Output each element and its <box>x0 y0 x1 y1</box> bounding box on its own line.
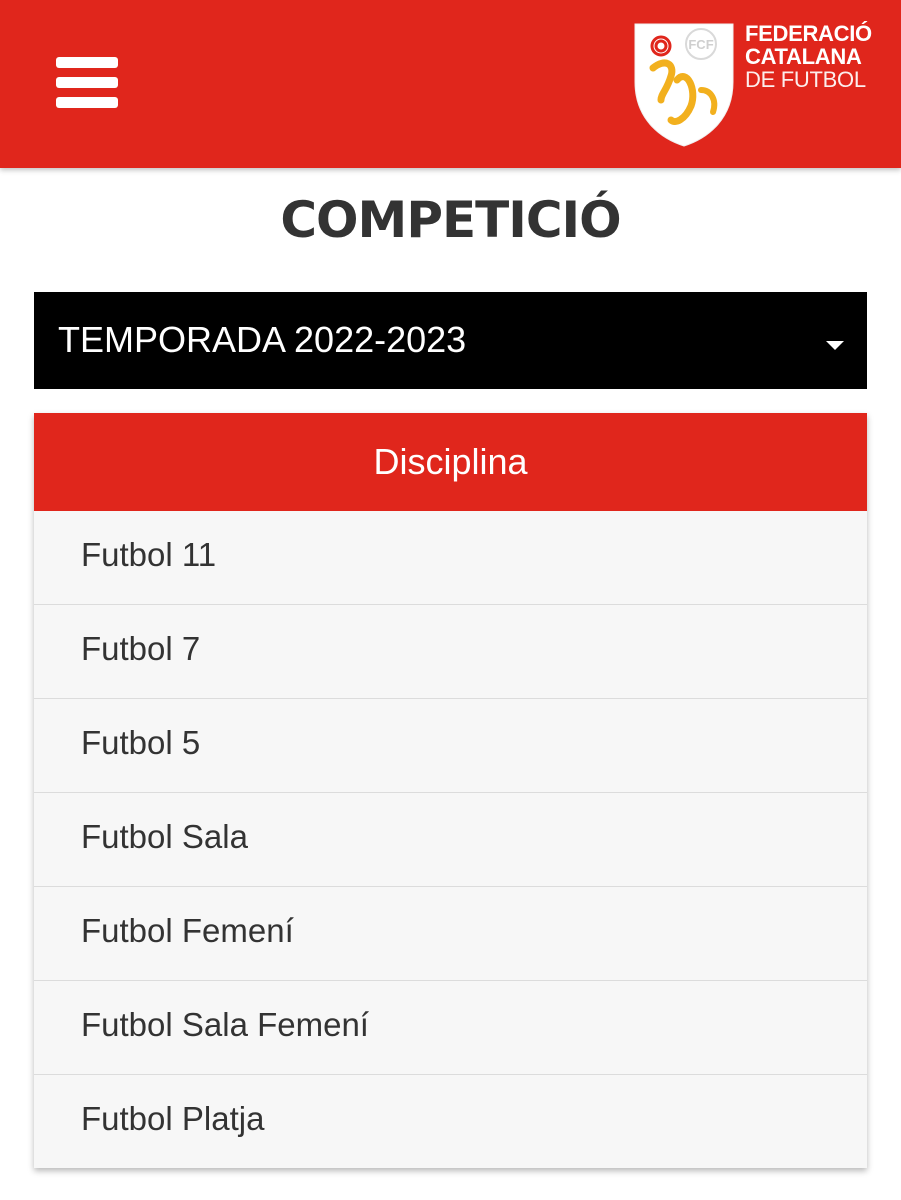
logo-line-1: FEDERACIÓ <box>745 21 872 46</box>
hamburger-menu-icon[interactable] <box>56 57 118 109</box>
season-selected-value: TEMPORADA 2022-2023 <box>58 319 467 360</box>
fcf-logo[interactable]: FCF FEDERACIÓ CATALANA DE FUTBOL <box>631 20 881 150</box>
discipline-item-futbol-5[interactable]: Futbol 5 <box>34 699 867 793</box>
list-item-label: Futbol Sala <box>81 818 248 855</box>
hamburger-bar <box>56 97 118 108</box>
hamburger-bar <box>56 77 118 88</box>
list-item-label: Futbol Platja <box>81 1100 265 1137</box>
discipline-panel: Disciplina Futbol 11 Futbol 7 Futbol 5 F… <box>34 413 867 1168</box>
list-item-label: Futbol 5 <box>81 724 201 761</box>
discipline-list: Futbol 11 Futbol 7 Futbol 5 Futbol Sala … <box>34 511 867 1168</box>
discipline-item-futbol-7[interactable]: Futbol 7 <box>34 605 867 699</box>
svg-text:FCF: FCF <box>688 37 713 52</box>
page-title: COMPETICIÓ <box>280 191 621 249</box>
top-header: FCF FEDERACIÓ CATALANA DE FUTBOL <box>0 0 901 168</box>
fcf-crest-icon: FCF <box>634 23 734 147</box>
logo-line-2: CATALANA <box>745 44 862 69</box>
list-item-label: Futbol Sala Femení <box>81 1006 369 1043</box>
logo-line-3: DE FUTBOL <box>745 67 866 92</box>
season-select[interactable]: TEMPORADA 2022-2023 <box>34 292 867 389</box>
discipline-item-futbol-femeni[interactable]: Futbol Femení <box>34 887 867 981</box>
list-item-label: Futbol 11 <box>81 536 217 573</box>
discipline-item-futbol-sala[interactable]: Futbol Sala <box>34 793 867 887</box>
discipline-item-futbol-sala-femeni[interactable]: Futbol Sala Femení <box>34 981 867 1075</box>
discipline-item-futbol-11[interactable]: Futbol 11 <box>34 511 867 605</box>
list-item-label: Futbol 7 <box>81 630 201 667</box>
discipline-item-futbol-platja[interactable]: Futbol Platja <box>34 1075 867 1168</box>
logo-wordmark: FEDERACIÓ CATALANA DE FUTBOL <box>745 22 885 91</box>
list-item-label: Futbol Femení <box>81 912 294 949</box>
caret-down-icon <box>826 341 844 350</box>
hamburger-bar <box>56 57 118 68</box>
discipline-header: Disciplina <box>34 413 867 511</box>
